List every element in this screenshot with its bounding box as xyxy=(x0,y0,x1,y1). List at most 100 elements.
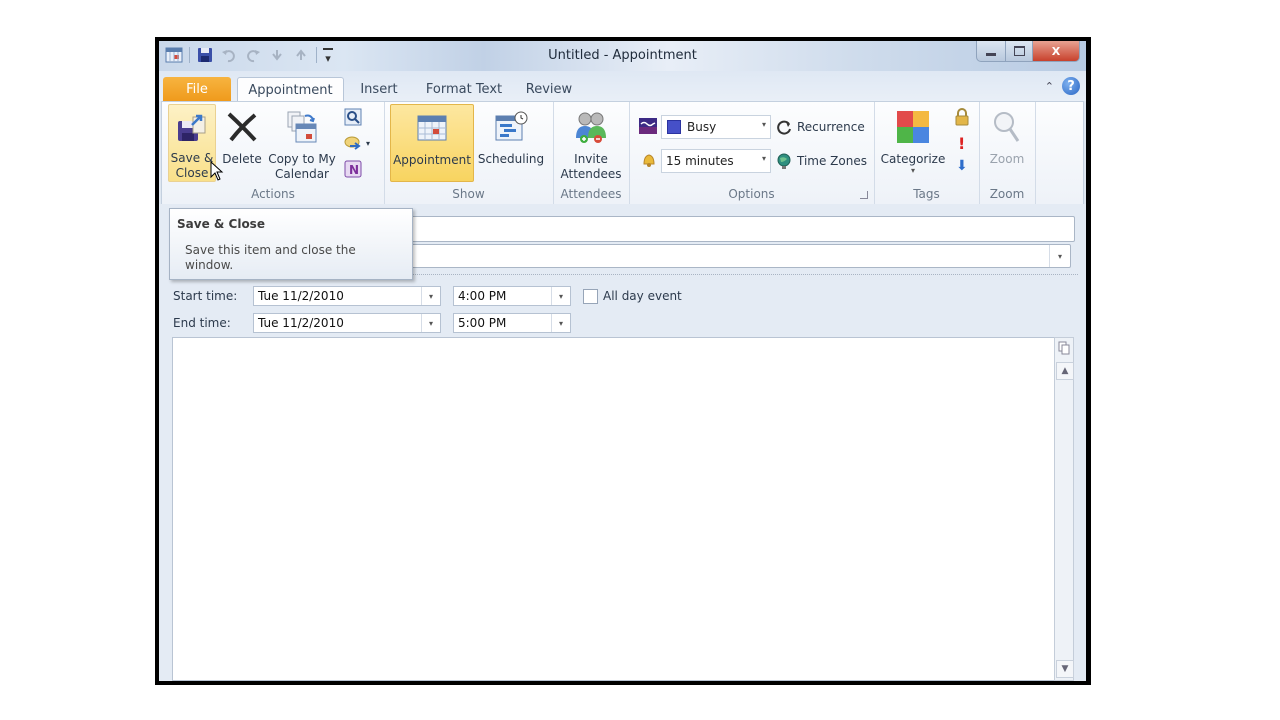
mouse-cursor-icon xyxy=(210,161,224,181)
save-close-label-line1: Save & xyxy=(170,151,214,165)
high-importance-button[interactable]: ! xyxy=(958,134,965,153)
copy-label-line1: Copy to My xyxy=(268,152,336,166)
forward-dropdown-icon: ▾ xyxy=(366,138,371,148)
group-zoom: Zoom Zoom xyxy=(979,102,1036,204)
low-importance-icon: ⬇ xyxy=(956,158,968,174)
invite-label-line2: Attendees xyxy=(560,167,622,181)
tab-file[interactable]: File xyxy=(163,77,231,101)
minimize-ribbon-icon[interactable]: ⌃ xyxy=(1045,80,1054,93)
scheduling-label: Scheduling xyxy=(477,152,545,166)
appointment-form: Save & Close Save this item and close th… xyxy=(159,204,1086,681)
copy-to-calendar-icon xyxy=(287,111,317,143)
tab-insert[interactable]: Insert xyxy=(351,77,407,101)
group-actions: Save & Close Delete Copy to My Calendar … xyxy=(162,102,385,204)
end-date-picker[interactable]: Tue 11/2/2010 ▾ xyxy=(253,313,441,333)
show-as-icon xyxy=(639,118,657,134)
categorize-dropdown-icon: ▾ xyxy=(910,166,915,175)
ribbon-help-area: ⌃ ? xyxy=(1045,77,1080,95)
lock-icon xyxy=(955,108,969,126)
category-red xyxy=(897,111,913,127)
group-label-tags: Tags xyxy=(913,187,940,201)
high-importance-icon: ! xyxy=(958,134,966,153)
tab-appointment[interactable]: Appointment xyxy=(237,77,344,102)
time-zones-button[interactable]: Time Zones xyxy=(775,152,867,170)
recurrence-button[interactable]: Recurrence xyxy=(775,118,865,136)
all-day-label[interactable]: All day event xyxy=(603,289,682,303)
tooltip-body: Save this item and close the window. xyxy=(185,243,356,272)
low-importance-button[interactable]: ⬇ xyxy=(956,158,968,174)
maximize-button[interactable] xyxy=(1006,41,1033,62)
body-scrollbar[interactable]: ▲ ▼ xyxy=(1054,337,1074,681)
copy-to-my-calendar-button[interactable]: Copy to My Calendar xyxy=(267,104,337,182)
end-time-picker[interactable]: 5:00 PM ▾ xyxy=(453,313,571,333)
appointment-view-label: Appointment xyxy=(393,153,471,167)
show-as-dropdown[interactable]: Busy ▾ xyxy=(661,115,771,139)
start-date-value: Tue 11/2/2010 xyxy=(258,289,344,303)
show-as-value: Busy xyxy=(687,120,717,134)
appointment-window: ▾ Untitled - Appointment X File Appointm… xyxy=(159,41,1086,681)
globe-icon xyxy=(777,153,791,169)
recurrence-icon xyxy=(777,120,791,135)
private-button[interactable] xyxy=(954,108,970,126)
close-icon: X xyxy=(1051,44,1061,58)
minimize-button[interactable] xyxy=(976,41,1006,62)
categorize-button[interactable]: Categorize ▾ xyxy=(878,104,948,175)
tab-format-text[interactable]: Format Text xyxy=(421,77,507,101)
appointment-view-button[interactable]: Appointment xyxy=(390,104,474,182)
scheduling-button[interactable]: Scheduling xyxy=(476,104,546,167)
onenote-icon: N xyxy=(344,160,362,178)
find-button[interactable] xyxy=(344,108,362,126)
scroll-up-button[interactable]: ▲ xyxy=(1056,362,1074,380)
options-dialog-launcher-icon[interactable] xyxy=(860,191,868,199)
help-icon[interactable]: ? xyxy=(1062,77,1080,95)
view-ruler-icon[interactable] xyxy=(1056,340,1072,356)
find-icon xyxy=(344,108,362,126)
start-time-value: 4:00 PM xyxy=(458,289,507,303)
time-zones-label: Time Zones xyxy=(797,154,867,168)
minimize-icon xyxy=(986,52,996,56)
close-button[interactable]: X xyxy=(1033,41,1080,62)
scheduling-icon xyxy=(495,111,528,141)
start-time-label: Start time: xyxy=(173,289,238,303)
invite-attendees-icon xyxy=(576,112,606,143)
zoom-button[interactable]: Zoom xyxy=(985,104,1029,167)
copy-label-line2: Calendar xyxy=(275,167,329,181)
chevron-down-icon[interactable]: ▾ xyxy=(1049,245,1070,267)
group-label-actions: Actions xyxy=(251,187,295,201)
scroll-down-icon: ▼ xyxy=(1061,664,1069,674)
end-time-label: End time: xyxy=(173,316,231,330)
chevron-down-icon[interactable]: ▾ xyxy=(421,287,440,305)
group-options: Busy ▾ Recurrence 15 minutes ▾ Time Zone… xyxy=(629,102,875,204)
scroll-down-button[interactable]: ▼ xyxy=(1056,660,1074,678)
onenote-button[interactable]: N xyxy=(344,160,362,178)
reminder-value: 15 minutes xyxy=(666,154,734,168)
title-bar: ▾ Untitled - Appointment X xyxy=(159,41,1086,71)
chevron-down-icon[interactable]: ▾ xyxy=(421,314,440,332)
forward-icon xyxy=(344,136,361,150)
delete-button[interactable]: Delete xyxy=(220,104,264,167)
group-show: Appointment Scheduling Show xyxy=(384,102,554,204)
reminder-dropdown[interactable]: 15 minutes ▾ xyxy=(661,149,771,173)
busy-swatch-icon xyxy=(667,120,681,134)
chevron-down-icon[interactable]: ▾ xyxy=(551,314,570,332)
save-close-label-line2: Close xyxy=(175,166,209,180)
tooltip-title: Save & Close xyxy=(177,217,265,231)
invite-attendees-button[interactable]: Invite Attendees xyxy=(557,104,625,182)
scroll-up-icon: ▲ xyxy=(1061,366,1069,376)
save-close-button[interactable]: Save & Close xyxy=(168,104,216,182)
zoom-icon xyxy=(994,112,1020,142)
chevron-down-icon[interactable]: ▾ xyxy=(551,287,570,305)
categorize-label: Categorize xyxy=(880,152,946,166)
all-day-checkbox[interactable] xyxy=(583,289,598,304)
save-close-icon xyxy=(178,114,206,141)
appointment-body-editor[interactable] xyxy=(172,337,1056,681)
tab-review[interactable]: Review xyxy=(519,77,579,101)
category-blue xyxy=(913,127,929,143)
category-green xyxy=(897,127,913,143)
chevron-down-icon: ▾ xyxy=(761,120,766,129)
end-time-value: 5:00 PM xyxy=(458,316,507,330)
start-date-picker[interactable]: Tue 11/2/2010 ▾ xyxy=(253,286,441,306)
start-time-picker[interactable]: 4:00 PM ▾ xyxy=(453,286,571,306)
zoom-label: Zoom xyxy=(989,152,1025,166)
forward-button[interactable]: ▾ xyxy=(344,134,370,152)
